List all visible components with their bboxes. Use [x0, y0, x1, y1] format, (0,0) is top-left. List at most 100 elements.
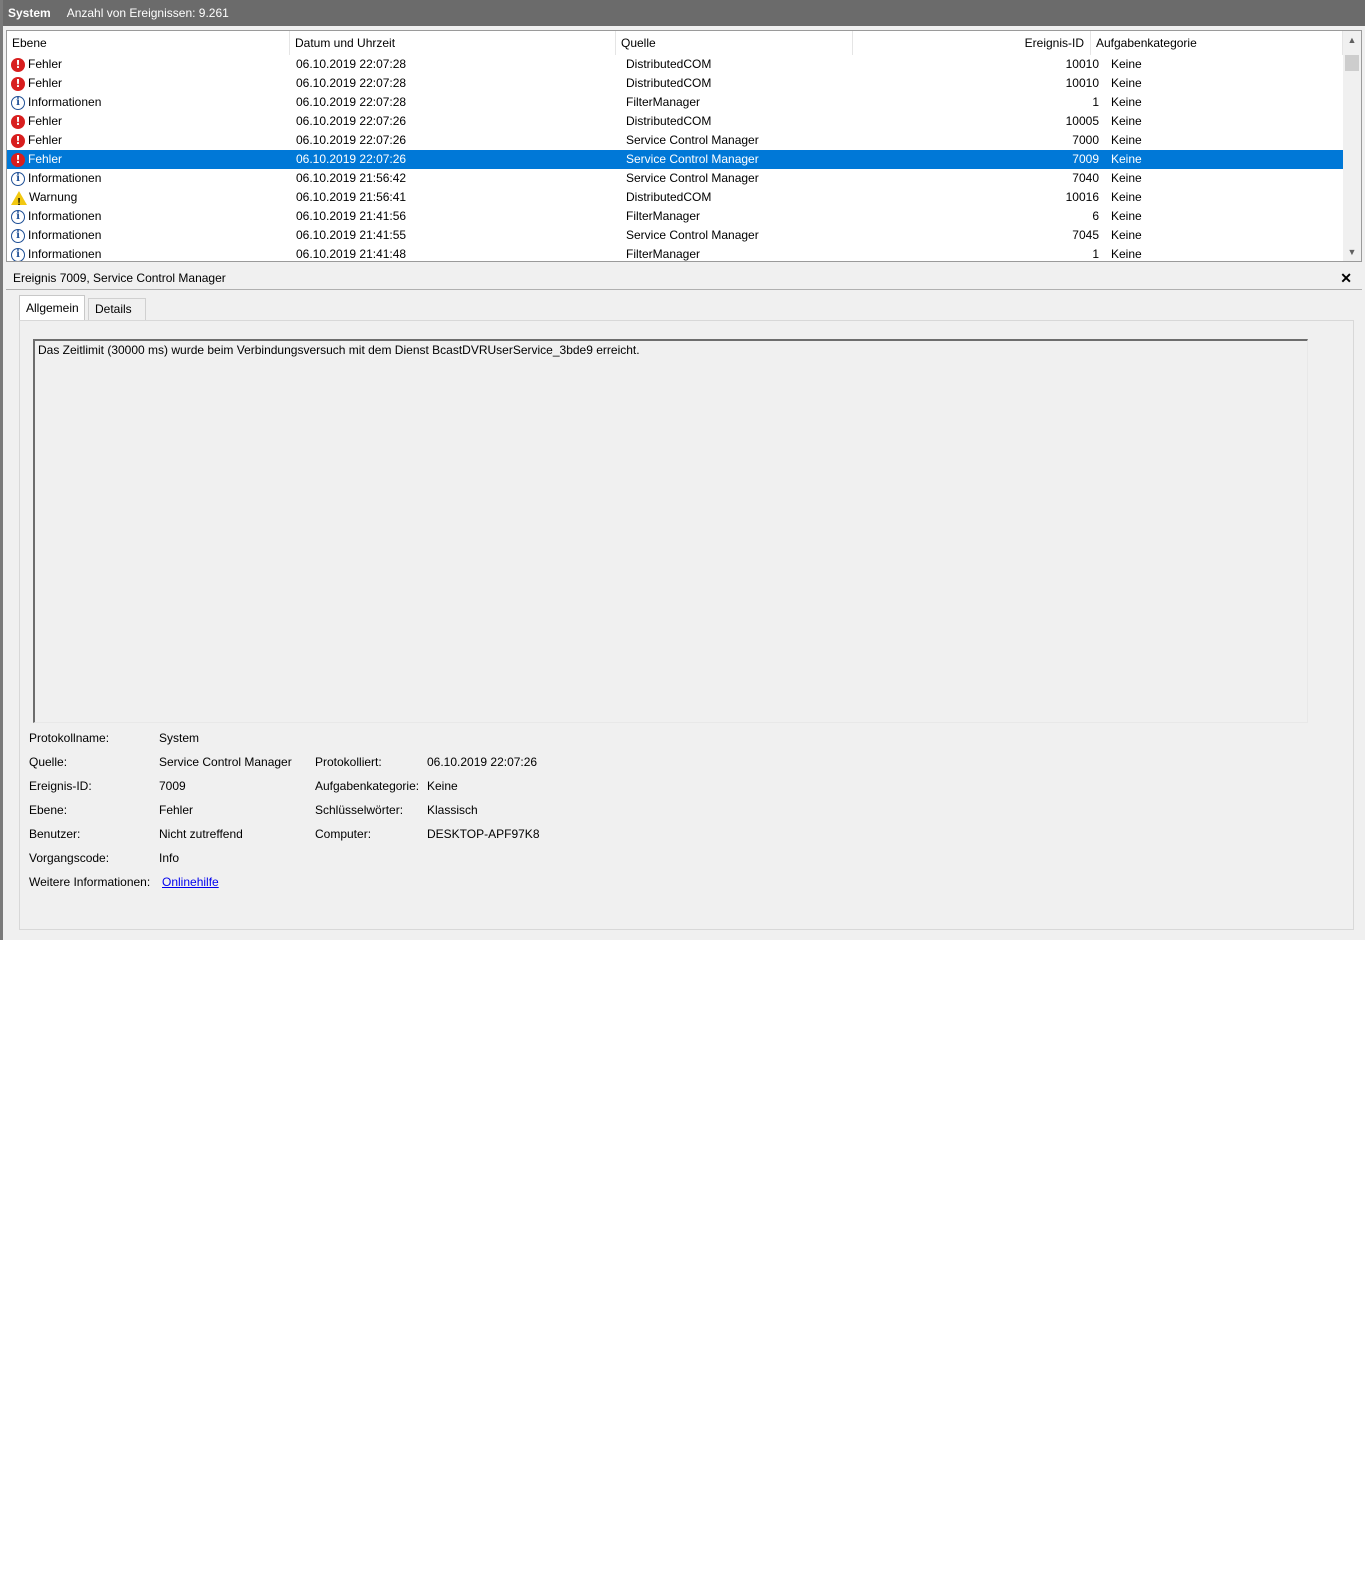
event-category: Keine	[1111, 133, 1142, 147]
event-source: DistributedCOM	[626, 114, 712, 128]
event-level: Fehler	[28, 152, 63, 166]
event-id: 10010	[1065, 76, 1099, 90]
label-level: Ebene:	[29, 803, 68, 817]
column-header: Ebene Datum und Uhrzeit Quelle Ereignis-…	[7, 31, 1343, 55]
event-date: 06.10.2019 22:07:28	[296, 76, 407, 90]
event-level: Informationen	[28, 209, 102, 223]
error-icon: !	[11, 76, 25, 91]
event-date: 06.10.2019 22:07:28	[296, 95, 407, 109]
event-id: 10005	[1065, 114, 1099, 128]
value-event-id: 7009	[159, 779, 186, 793]
info-icon: i	[11, 209, 25, 224]
warning-icon: !	[11, 190, 27, 208]
column-header-category[interactable]: Aufgabenkategorie	[1091, 31, 1343, 55]
event-level-cell: i Informationen	[11, 207, 101, 226]
event-level-cell: ! Fehler	[11, 74, 62, 93]
event-id: 10010	[1065, 57, 1099, 71]
event-date: 06.10.2019 21:41:56	[296, 209, 407, 223]
event-level-cell: ! Fehler	[11, 55, 62, 74]
event-level-cell: i Informationen	[11, 245, 101, 261]
event-date: 06.10.2019 21:41:55	[296, 228, 407, 242]
event-category: Keine	[1111, 114, 1142, 128]
event-source: DistributedCOM	[626, 57, 712, 71]
event-row[interactable]: i Informationen 06.10.2019 21:41:48 FilterM…	[7, 245, 1343, 261]
event-source: Service Control Manager	[626, 133, 759, 147]
event-date: 06.10.2019 21:56:42	[296, 171, 407, 185]
event-level-cell: ! Fehler	[11, 112, 62, 131]
detail-header: Ereignis 7009, Service Control Manager ✕	[6, 266, 1362, 290]
value-source: Service Control Manager	[159, 755, 292, 769]
tab-allgemein[interactable]: Allgemein	[19, 295, 85, 321]
event-level: Warnung	[29, 190, 78, 204]
event-source: Service Control Manager	[626, 171, 759, 185]
info-icon: i	[11, 228, 25, 243]
event-date: 06.10.2019 22:07:26	[296, 114, 407, 128]
event-level: Fehler	[28, 114, 63, 128]
close-icon[interactable]: ✕	[1340, 266, 1352, 290]
event-category: Keine	[1111, 228, 1142, 242]
event-source: Service Control Manager	[626, 228, 759, 242]
event-level: Informationen	[28, 95, 102, 109]
column-header-event-id[interactable]: Ereignis-ID	[853, 31, 1091, 55]
event-source: FilterManager	[626, 209, 701, 223]
event-row[interactable]: ! Fehler 06.10.2019 22:07:26 DistributedCOM…	[7, 112, 1343, 131]
scroll-up-icon[interactable]: ▲	[1343, 31, 1361, 49]
scroll-thumb[interactable]	[1345, 55, 1359, 71]
label-computer: Computer:	[315, 827, 372, 841]
info-icon: i	[11, 95, 25, 110]
event-row[interactable]: i Informationen 06.10.2019 21:56:42 Service…	[7, 169, 1343, 188]
tab-details[interactable]: Details	[88, 298, 146, 320]
value-task-category: Keine	[427, 779, 458, 793]
error-icon: !	[11, 152, 25, 167]
event-row[interactable]: ! Fehler 06.10.2019 22:07:26 Service Contro…	[7, 131, 1343, 150]
event-category: Keine	[1111, 57, 1142, 71]
online-help-link[interactable]: Onlinehilfe	[162, 875, 219, 889]
event-row[interactable]: i Informationen 06.10.2019 21:41:56 FilterM…	[7, 207, 1343, 226]
value-logged: 06.10.2019 22:07:26	[427, 755, 538, 769]
event-source: FilterManager	[626, 95, 701, 109]
info-icon: i	[11, 247, 25, 261]
event-row[interactable]: ! Fehler 06.10.2019 22:07:28 DistributedCOM…	[7, 74, 1343, 93]
event-row[interactable]: ! Fehler 06.10.2019 22:07:28 DistributedCOM…	[7, 55, 1343, 74]
vertical-scrollbar[interactable]: ▲ ▼	[1343, 31, 1361, 261]
event-id: 1	[1092, 95, 1099, 109]
event-list[interactable]: Ebene Datum und Uhrzeit Quelle Ereignis-…	[6, 30, 1362, 262]
event-category: Keine	[1111, 76, 1142, 90]
event-date: 06.10.2019 22:07:26	[296, 133, 407, 147]
column-header-source[interactable]: Quelle	[616, 31, 853, 55]
column-header-level[interactable]: Ebene	[7, 31, 290, 55]
event-message[interactable]: Das Zeitlimit (30000 ms) wurde beim Verb…	[33, 339, 1308, 723]
event-category: Keine	[1111, 95, 1142, 109]
label-event-id: Ereignis-ID:	[29, 779, 92, 793]
label-log-name: Protokollname:	[29, 731, 110, 745]
column-header-date[interactable]: Datum und Uhrzeit	[290, 31, 616, 55]
event-date: 06.10.2019 21:41:48	[296, 247, 407, 261]
event-id: 6	[1092, 209, 1099, 223]
event-id: 7040	[1072, 171, 1099, 185]
label-opcode: Vorgangscode:	[29, 851, 110, 865]
event-level: Fehler	[28, 76, 63, 90]
value-opcode: Info	[159, 851, 180, 865]
event-row[interactable]: ! Fehler 06.10.2019 22:07:26 Service Contro…	[7, 150, 1343, 169]
event-level-cell: ! Warnung	[11, 188, 78, 208]
event-count: Anzahl von Ereignissen: 9.261	[66, 6, 229, 20]
event-source: DistributedCOM	[626, 76, 712, 90]
value-user: Nicht zutreffend	[159, 827, 243, 841]
event-level: Fehler	[28, 57, 63, 71]
detail-title: Ereignis 7009, Service Control Manager	[13, 271, 226, 285]
event-row[interactable]: ! Warnung 06.10.2019 21:56:41 DistributedCO…	[7, 188, 1343, 208]
event-rows: ! Fehler 06.10.2019 22:07:28 DistributedCOM…	[7, 55, 1343, 261]
error-icon: !	[11, 57, 25, 72]
log-title-bar: System Anzahl von Ereignissen: 9.261	[3, 0, 1365, 26]
event-date: 06.10.2019 22:07:26	[296, 152, 407, 166]
value-computer: DESKTOP-APF97K8	[427, 827, 540, 841]
event-row[interactable]: i Informationen 06.10.2019 21:41:55 Service…	[7, 226, 1343, 245]
event-row[interactable]: i Informationen 06.10.2019 22:07:28 FilterM…	[7, 93, 1343, 112]
event-category: Keine	[1111, 190, 1142, 204]
label-task-category: Aufgabenkategorie:	[315, 779, 420, 793]
scroll-down-icon[interactable]: ▼	[1343, 243, 1361, 261]
event-level: Informationen	[28, 171, 102, 185]
label-logged: Protokolliert:	[315, 755, 382, 769]
info-icon: i	[11, 171, 25, 186]
event-level-cell: i Informationen	[11, 93, 101, 112]
